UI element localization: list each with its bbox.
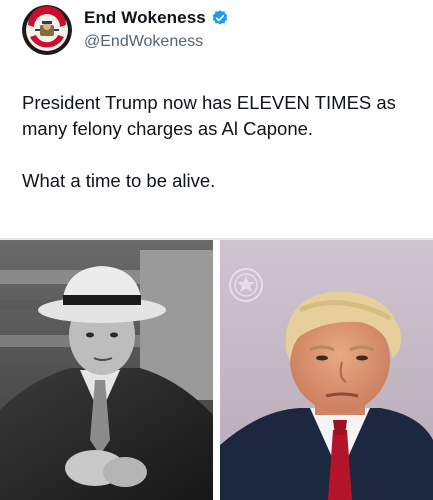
al-capone-photo[interactable]	[0, 240, 213, 500]
trump-mugshot-photo[interactable]	[220, 240, 433, 500]
verified-badge-icon	[211, 9, 229, 27]
tweet-card: End Wokeness @EndWokeness President Trum…	[0, 0, 433, 500]
author-handle[interactable]: @EndWokeness	[84, 33, 203, 51]
tweet-text: President Trump now has ELEVEN TIMES as …	[22, 90, 422, 194]
tweet-text-line: What a time to be alive.	[22, 170, 216, 191]
tweet-text-line: President Trump now has ELEVEN TIMES as …	[22, 92, 396, 139]
tweet-header: End Wokeness @EndWokeness	[0, 0, 433, 80]
tweet-media[interactable]	[0, 240, 433, 500]
author-display-name[interactable]: End Wokeness	[84, 8, 206, 28]
author-name-row[interactable]: End Wokeness	[84, 8, 229, 28]
support-our-farmers-logo-icon	[22, 5, 72, 55]
sheriff-seal-icon	[229, 268, 263, 302]
avatar[interactable]	[22, 5, 72, 55]
